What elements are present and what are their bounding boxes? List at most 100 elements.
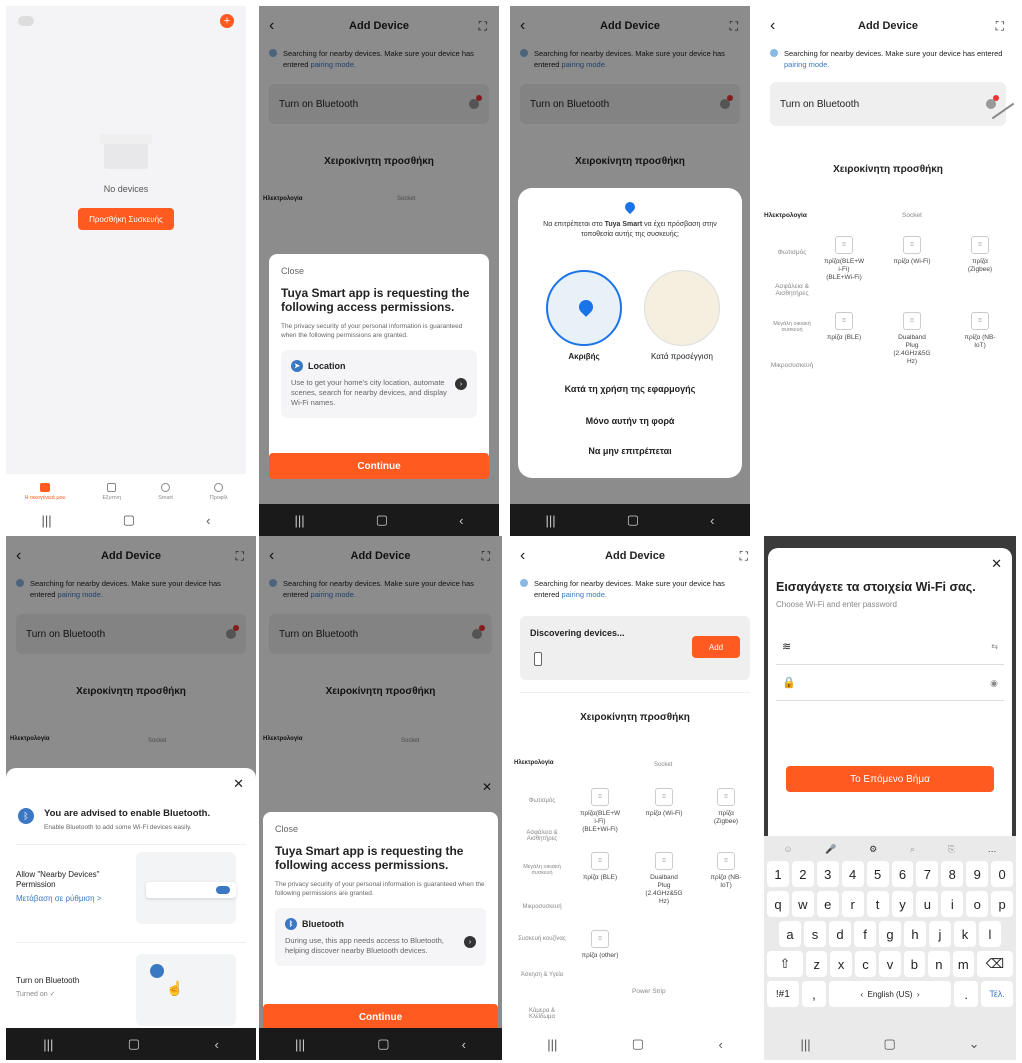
home-nav-icon[interactable]: ▢ bbox=[883, 1036, 895, 1052]
tab-smart[interactable]: Smart bbox=[158, 483, 173, 501]
password-input[interactable] bbox=[798, 672, 992, 692]
key-g[interactable]: g bbox=[879, 921, 901, 947]
bluetooth-permission[interactable]: ᛒ Bluetooth During use, this app needs ac… bbox=[275, 908, 486, 966]
recents-icon[interactable]: ||| bbox=[295, 1037, 305, 1052]
device-dualband-plug[interactable]: ⁝⁝ Dualband Plug (2.4GHz&5G Hz) bbox=[644, 852, 684, 906]
chevron-down-icon[interactable]: ⌄ bbox=[969, 1036, 980, 1052]
cat-security[interactable]: Ασφάλεια & Αισθητήρες bbox=[516, 830, 568, 842]
home-nav-icon[interactable]: ▢ bbox=[123, 512, 135, 528]
key-v[interactable]: v bbox=[879, 951, 901, 977]
wifi-select-input[interactable] bbox=[798, 636, 992, 656]
cat-small-appliance[interactable]: Μικροσυσκευή bbox=[516, 904, 568, 910]
deny-button[interactable]: Να μην επιτρέπεται bbox=[518, 446, 742, 456]
home-nav-icon[interactable]: ▢ bbox=[627, 512, 639, 528]
device-plug-nbiot[interactable]: ⁝⁝ πρίζα (NB-IoT) bbox=[706, 852, 746, 890]
next-step-button[interactable]: Το Επόμενο Βήμα bbox=[786, 766, 994, 792]
home-nav-icon[interactable]: ▢ bbox=[376, 512, 388, 528]
shift-key[interactable]: ⇧ bbox=[767, 951, 803, 977]
back-nav-icon[interactable]: ‹ bbox=[206, 513, 210, 528]
back-nav-icon[interactable]: ‹ bbox=[710, 513, 714, 528]
home-switch-icon[interactable] bbox=[18, 16, 34, 26]
key-y[interactable]: y bbox=[891, 891, 914, 917]
recents-icon[interactable]: ||| bbox=[800, 1037, 810, 1052]
swap-icon[interactable]: ⇆ bbox=[991, 642, 998, 651]
back-icon[interactable]: ‹ bbox=[520, 547, 525, 565]
key-i[interactable]: i bbox=[941, 891, 964, 917]
chevron-right-icon[interactable]: › bbox=[464, 936, 476, 948]
close-icon[interactable]: ✕ bbox=[233, 776, 244, 792]
key-5[interactable]: 5 bbox=[866, 861, 889, 887]
device-plug-zigbee[interactable]: ⁝⁝ πρίζα (Zigbee) bbox=[706, 788, 746, 826]
back-nav-icon[interactable]: ‹ bbox=[718, 1037, 722, 1052]
key-z[interactable]: z bbox=[806, 951, 828, 977]
search-icon[interactable]: ⌕ bbox=[910, 844, 915, 855]
tab-profile[interactable]: Προφίλ bbox=[210, 483, 228, 501]
cat-security[interactable]: Ασφάλεια & Αισθητήρες bbox=[766, 283, 818, 297]
back-nav-icon[interactable]: ‹ bbox=[214, 1037, 218, 1052]
key-b[interactable]: b bbox=[903, 951, 926, 977]
mic-icon[interactable]: 🎤 bbox=[825, 844, 836, 855]
key-h[interactable]: h bbox=[904, 921, 926, 947]
clipboard-icon[interactable]: ⎘ bbox=[948, 844, 955, 855]
key-j[interactable]: j bbox=[929, 921, 951, 947]
cat-appliance[interactable]: Μεγάλη οικιακή συσκευή bbox=[766, 321, 818, 333]
scan-icon[interactable]: ⛶ bbox=[996, 19, 1004, 34]
key-t[interactable]: t bbox=[866, 891, 889, 917]
key-9[interactable]: 9 bbox=[966, 861, 989, 887]
device-plug-ble[interactable]: ⁝⁝ πρίζα (BLE) bbox=[580, 852, 620, 882]
recents-icon[interactable]: ||| bbox=[295, 513, 305, 528]
device-plug-nbiot[interactable]: ⁝⁝ πρίζα (NB-IoT) bbox=[960, 312, 1000, 350]
key-p[interactable]: p bbox=[991, 891, 1014, 917]
only-this-time-button[interactable]: Μόνο αυτήν τη φορά bbox=[518, 416, 742, 426]
home-nav-icon[interactable]: ▢ bbox=[128, 1036, 140, 1052]
device-plug-zigbee[interactable]: ⁝⁝ πρίζα (Zigbee) bbox=[960, 236, 1000, 274]
cat-lighting[interactable]: Φωτισμός bbox=[516, 798, 568, 804]
key-r[interactable]: r bbox=[841, 891, 864, 917]
key-l[interactable]: l bbox=[979, 921, 1001, 947]
cat-camera[interactable]: Κάμερα & Κλείδωμα bbox=[516, 1008, 568, 1020]
key-c[interactable]: c bbox=[854, 951, 877, 977]
pairing-link[interactable]: pairing mode. bbox=[784, 60, 829, 69]
key-w[interactable]: w bbox=[791, 891, 814, 917]
more-icon[interactable]: … bbox=[988, 844, 997, 854]
key-u[interactable]: u bbox=[916, 891, 939, 917]
symbols-key[interactable]: !#1 bbox=[767, 981, 799, 1007]
home-nav-icon[interactable]: ▢ bbox=[377, 1036, 389, 1052]
close-icon[interactable]: ✕ bbox=[991, 556, 1002, 572]
tab-home[interactable]: Η οικογένειά μου bbox=[24, 483, 66, 501]
add-plus-icon[interactable]: + bbox=[220, 14, 234, 28]
key-x[interactable]: x bbox=[830, 951, 852, 977]
key-q[interactable]: q bbox=[767, 891, 789, 917]
key-m[interactable]: m bbox=[952, 951, 974, 977]
recents-icon[interactable]: ||| bbox=[546, 513, 556, 528]
bluetooth-card[interactable]: Turn on Bluetooth bbox=[770, 82, 1006, 126]
key-1[interactable]: 1 bbox=[767, 861, 789, 887]
back-icon[interactable]: ‹ bbox=[770, 17, 775, 35]
period-key[interactable]: . bbox=[953, 981, 979, 1007]
scan-icon[interactable]: ⛶ bbox=[740, 549, 748, 564]
bluetooth-toggle-icon[interactable] bbox=[986, 95, 999, 109]
close-link[interactable]: Close bbox=[275, 824, 486, 834]
key-k[interactable]: k bbox=[954, 921, 976, 947]
key-d[interactable]: d bbox=[829, 921, 851, 947]
recents-icon[interactable]: ||| bbox=[42, 513, 52, 528]
device-plug-wifi[interactable]: ⁝⁝ πρίζα (Wi-Fi) bbox=[644, 788, 684, 818]
chevron-right-icon[interactable]: › bbox=[455, 378, 467, 390]
tab-scenes[interactable]: Εξυπνη bbox=[103, 483, 121, 501]
close-icon[interactable]: ✕ bbox=[482, 780, 492, 794]
key-3[interactable]: 3 bbox=[816, 861, 839, 887]
cat-kitchen[interactable]: Συσκευή κουζίνας bbox=[516, 936, 568, 942]
recents-icon[interactable]: ||| bbox=[43, 1037, 53, 1052]
emoji-icon[interactable]: ☺ bbox=[783, 844, 792, 854]
key-7[interactable]: 7 bbox=[916, 861, 939, 887]
key-6[interactable]: 6 bbox=[891, 861, 914, 887]
key-e[interactable]: e bbox=[816, 891, 839, 917]
key-f[interactable]: f bbox=[854, 921, 876, 947]
home-nav-icon[interactable]: ▢ bbox=[632, 1036, 644, 1052]
key-s[interactable]: s bbox=[804, 921, 826, 947]
gear-icon[interactable]: ⚙ bbox=[869, 844, 877, 855]
key-8[interactable]: 8 bbox=[941, 861, 964, 887]
while-using-button[interactable]: Κατά τη χρήση της εφαρμογής bbox=[518, 384, 742, 394]
pairing-link[interactable]: pairing mode. bbox=[562, 590, 607, 599]
backspace-key[interactable]: ⌫ bbox=[977, 951, 1013, 977]
